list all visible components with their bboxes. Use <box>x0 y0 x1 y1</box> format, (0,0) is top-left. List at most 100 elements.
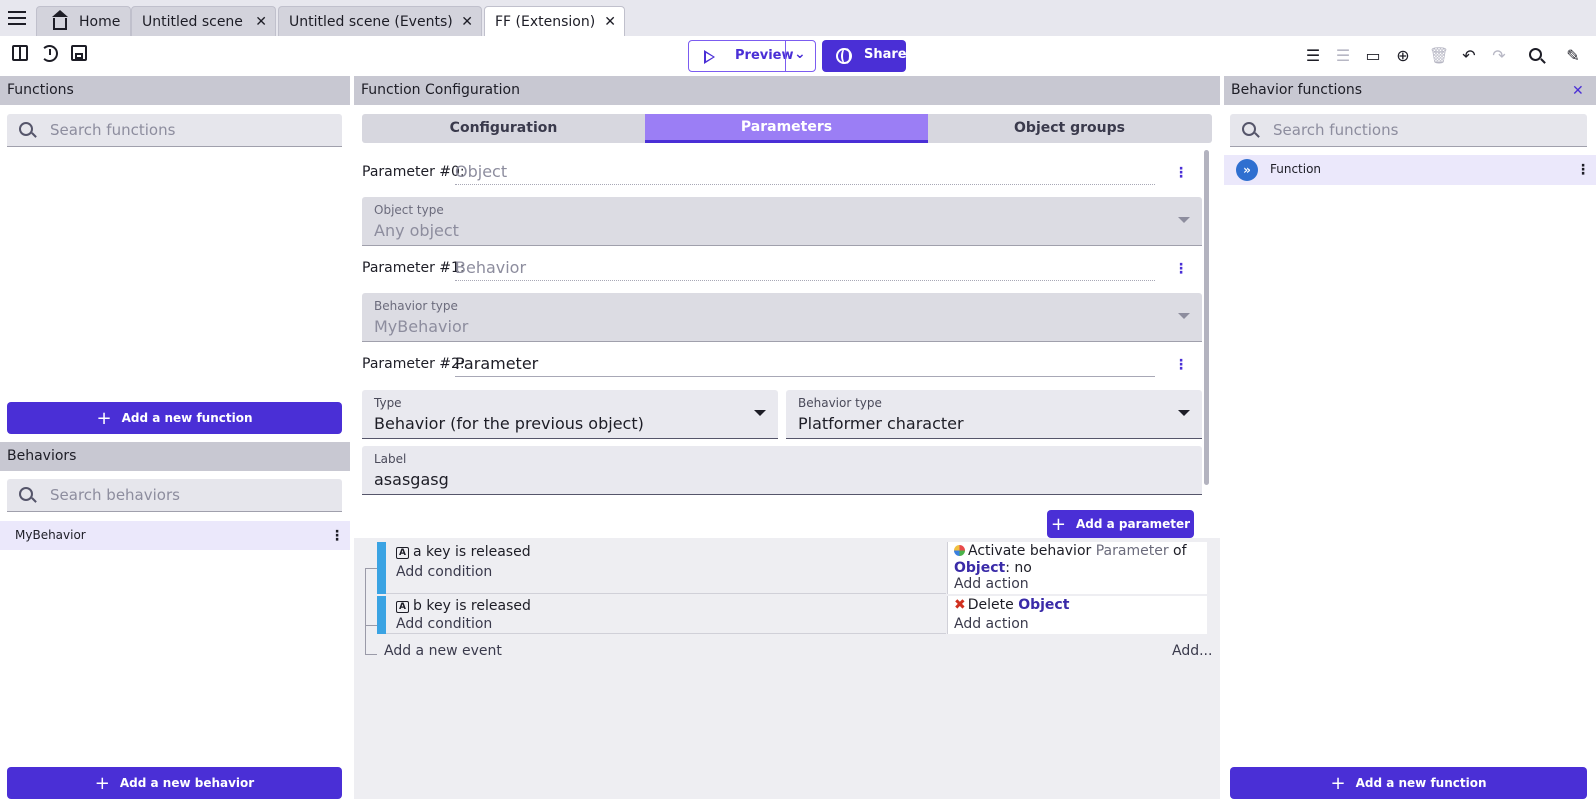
field-label: Behavior type <box>374 299 458 313</box>
undo-icon[interactable]: ↶ <box>1458 45 1480 67</box>
more-icon[interactable]: ⋮ <box>330 529 344 543</box>
action-object: Object <box>1018 597 1070 613</box>
event-row[interactable]: Aa key is released Add condition Activat… <box>377 542 1207 594</box>
event-actions[interactable]: Activate behavior Parameter of Object: no… <box>947 542 1207 594</box>
behaviors-search-input[interactable]: Search behaviors <box>7 479 342 512</box>
delete-x-icon: ✖ <box>954 597 966 613</box>
parameter-row: Parameter #2: Parameter <box>362 352 1162 378</box>
share-button[interactable]: Share <box>822 40 907 72</box>
parameter-name-field[interactable]: Behavior <box>455 258 1155 281</box>
add-new-event-link[interactable]: Add a new event <box>384 643 502 659</box>
add-more-link[interactable]: Add... <box>1172 643 1212 659</box>
more-icon[interactable]: ⋮ <box>1576 163 1590 177</box>
home-icon <box>52 9 68 30</box>
field-label: Label <box>374 452 407 466</box>
redo-icon[interactable]: ↷ <box>1488 45 1510 67</box>
event-drag-handle[interactable] <box>377 596 386 634</box>
add-condition-link[interactable]: Add condition <box>396 616 492 632</box>
event-row[interactable]: Ab key is released Add condition ✖ Delete… <box>377 596 1207 634</box>
keyboard-icon: A <box>396 547 409 559</box>
action-text[interactable]: Activate behavior Parameter of Object: no <box>954 543 1204 577</box>
behaviors-header: Behaviors <box>0 442 350 471</box>
add-event-icon[interactable]: ☰ <box>1302 45 1324 67</box>
parameter-name-field[interactable]: Object <box>455 162 1155 185</box>
tab-object-groups[interactable]: Object groups <box>928 114 1211 143</box>
event-drag-handle[interactable] <box>377 542 386 594</box>
tab-untitled-scene[interactable]: Untitled scene ✕ <box>131 6 276 36</box>
close-icon[interactable]: ✕ <box>255 14 267 30</box>
plus-icon: + <box>94 773 110 794</box>
action-suffix: : no <box>1005 560 1032 576</box>
tab-parameters[interactable]: Parameters <box>645 114 928 143</box>
condition-text[interactable]: Aa key is released <box>396 544 531 560</box>
field-value: Any object <box>374 221 459 240</box>
field-label: Behavior type <box>798 396 882 410</box>
function-item[interactable]: » Function ⋮ <box>1224 155 1596 185</box>
scrollbar[interactable] <box>1204 150 1209 485</box>
event-conditions[interactable]: Ab key is released Add condition <box>386 596 946 634</box>
condition-label: key is released <box>426 544 531 560</box>
action-text[interactable]: ✖ Delete Object <box>954 597 1069 613</box>
preview-button[interactable]: Preview ⌄ <box>688 40 816 72</box>
add-behavior-button[interactable]: + Add a new behavior <box>7 767 342 799</box>
configuration-tabs: Configuration Parameters Object groups <box>362 114 1212 143</box>
add-circle-icon[interactable]: ⊕ <box>1392 45 1414 67</box>
field-label: Type <box>374 396 402 410</box>
condition-text[interactable]: Ab key is released <box>396 598 531 614</box>
tab-label: FF (Extension) <box>495 13 596 30</box>
condition-key: b <box>413 598 422 614</box>
event-conditions[interactable]: Aa key is released Add condition <box>386 542 946 594</box>
delete-icon[interactable]: 🗑 <box>1428 45 1450 67</box>
label-field[interactable]: Label asasgasg <box>362 446 1202 495</box>
parameter-name-field[interactable]: Parameter <box>455 354 1155 377</box>
tab-label: Home <box>79 13 121 30</box>
tab-untitled-scene-events[interactable]: Untitled scene (Events) ✕ <box>278 6 482 36</box>
more-icon[interactable]: ⋮ <box>1174 166 1188 180</box>
project-manager-icon[interactable] <box>9 45 31 67</box>
globe-icon <box>836 48 852 64</box>
save-icon[interactable] <box>68 45 90 67</box>
chevron-down-icon[interactable]: ⌄ <box>794 46 806 62</box>
plus-icon: + <box>1050 514 1067 535</box>
chevron-down-icon <box>1178 410 1190 416</box>
behavior-item-mybehavior[interactable]: MyBehavior ⋮ <box>0 521 350 550</box>
play-icon <box>704 50 715 64</box>
action-object: Object <box>954 560 1006 576</box>
search-icon <box>19 122 33 136</box>
parameter-type-select[interactable]: Type Behavior (for the previous object) <box>362 390 778 439</box>
edit-icon[interactable]: ✎ <box>1562 45 1584 67</box>
tab-label: Untitled scene (Events) <box>289 13 453 30</box>
chevron-down-icon <box>1178 217 1190 223</box>
tab-home[interactable]: Home <box>36 6 131 36</box>
behavior-type-select[interactable]: Behavior type MyBehavior <box>362 293 1202 342</box>
add-function-button[interactable]: + Add a new function <box>7 402 342 434</box>
tab-configuration[interactable]: Configuration <box>362 114 645 143</box>
action-param: Parameter <box>1095 543 1169 559</box>
close-icon[interactable]: ✕ <box>461 14 473 30</box>
close-icon[interactable]: ✕ <box>1572 83 1584 99</box>
functions-search-input[interactable]: Search functions <box>7 114 342 147</box>
more-icon[interactable]: ⋮ <box>1174 358 1188 372</box>
function-icon: » <box>1236 159 1258 181</box>
add-parameter-button[interactable]: + Add a parameter <box>1047 510 1194 538</box>
behavior-icon <box>954 545 965 556</box>
field-value: Behavior (for the previous object) <box>374 414 644 433</box>
add-action-link[interactable]: Add action <box>954 576 1029 592</box>
history-icon[interactable] <box>38 45 60 67</box>
tab-ff-extension[interactable]: FF (Extension) ✕ <box>484 6 625 36</box>
add-action-link[interactable]: Add action <box>954 616 1029 632</box>
behavior-type-select[interactable]: Behavior type Platformer character <box>786 390 1202 439</box>
add-condition-link[interactable]: Add condition <box>396 564 492 580</box>
search-icon <box>19 487 33 501</box>
search-icon[interactable] <box>1524 45 1546 67</box>
menu-icon[interactable] <box>8 11 26 25</box>
toolbar: Preview ⌄ Share ☰ ☰ ▭ ⊕ 🗑 ↶ ↷ ✎ <box>0 36 1596 76</box>
add-subevent-icon[interactable]: ☰ <box>1332 45 1354 67</box>
add-comment-icon[interactable]: ▭ <box>1362 45 1384 67</box>
event-actions[interactable]: ✖ Delete Object Add action <box>947 596 1207 634</box>
close-icon[interactable]: ✕ <box>604 14 616 30</box>
more-icon[interactable]: ⋮ <box>1174 262 1188 276</box>
add-function-button[interactable]: + Add a new function <box>1230 767 1587 799</box>
behavior-functions-search-input[interactable]: Search functions <box>1230 114 1587 147</box>
object-type-select[interactable]: Object type Any object <box>362 197 1202 246</box>
